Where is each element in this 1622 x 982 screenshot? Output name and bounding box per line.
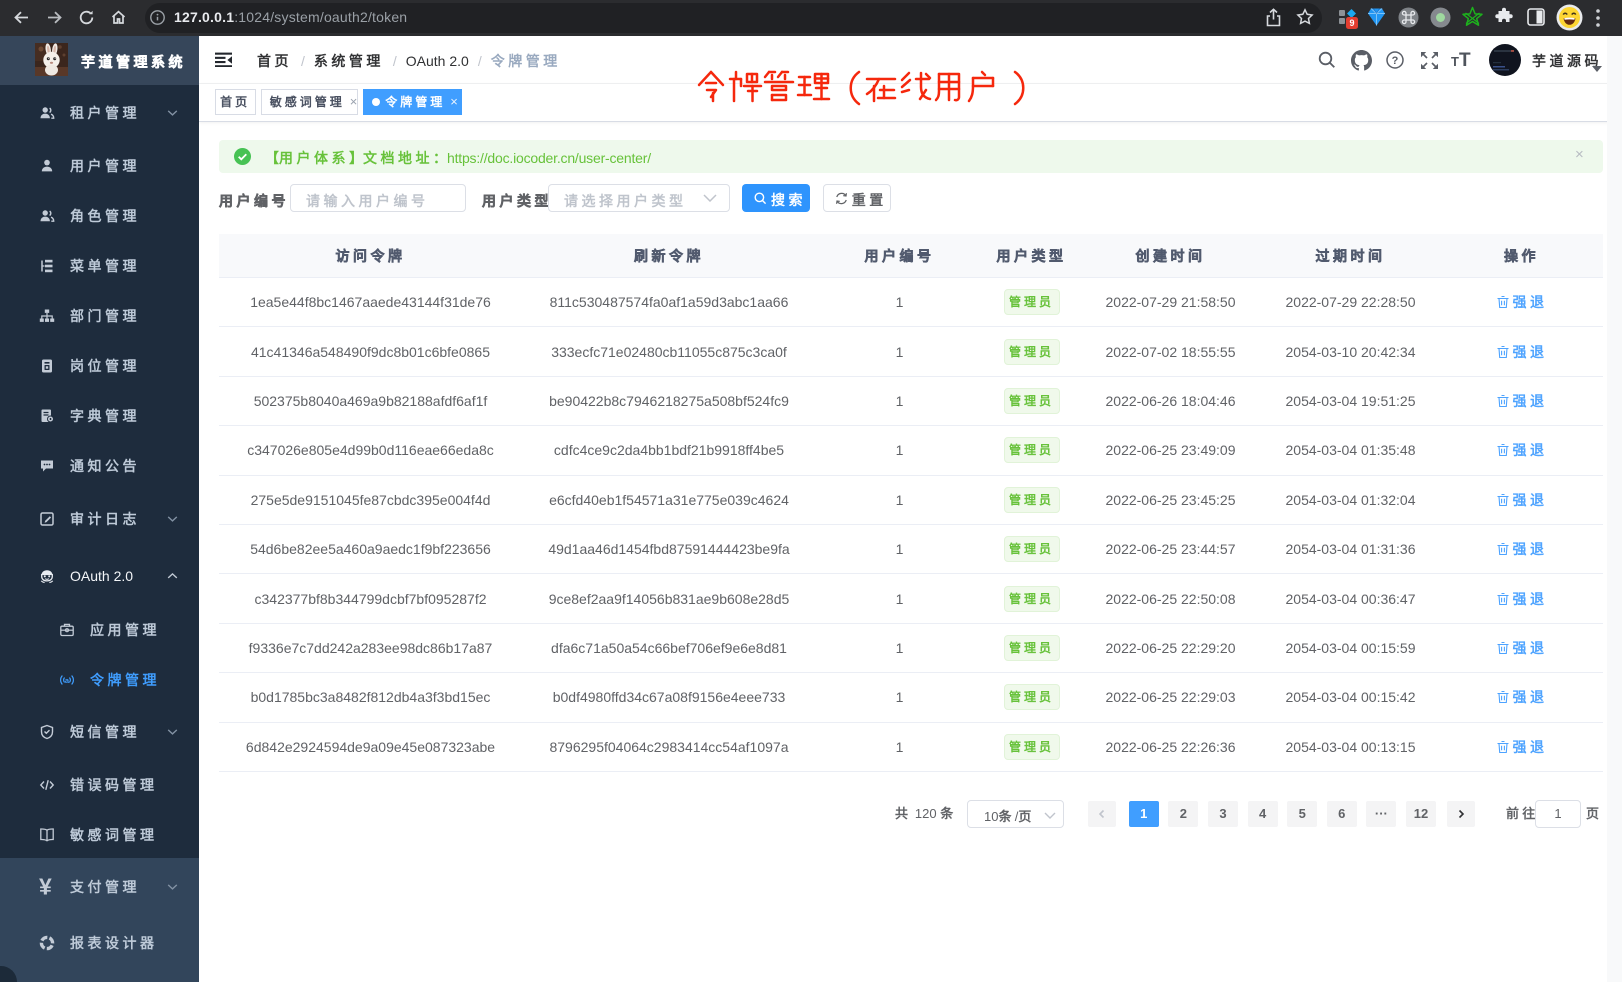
svg-text:?: ? bbox=[1392, 55, 1399, 67]
svg-text:a: a bbox=[65, 676, 70, 685]
